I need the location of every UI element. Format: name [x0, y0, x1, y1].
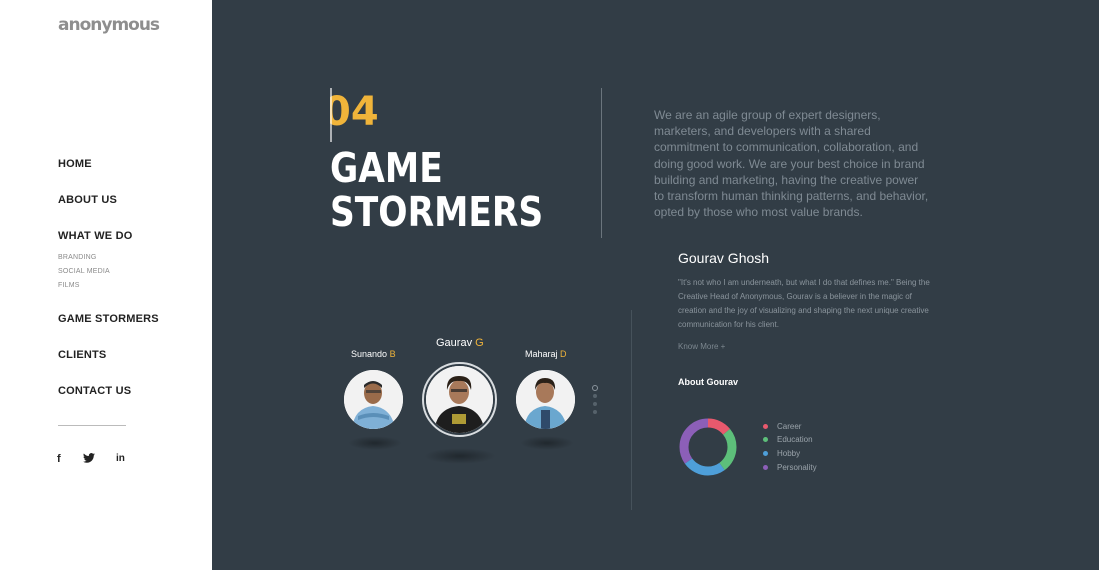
profile-name: Gourav Ghosh — [678, 250, 770, 266]
nav-sub-branding[interactable]: BRANDING — [58, 254, 97, 261]
member-label-gaurav[interactable]: Gaurav G — [436, 337, 484, 349]
avatar-shadow — [424, 448, 496, 464]
legend-label: Hobby — [777, 449, 801, 458]
legend-label: Education — [777, 435, 813, 444]
legend-label: Personality — [777, 463, 817, 472]
legend-item-career[interactable]: Career — [763, 422, 801, 431]
carousel-dot[interactable] — [593, 394, 597, 398]
donut-chart — [679, 418, 737, 476]
twitter-icon[interactable] — [83, 453, 95, 466]
about-heading: About Gourav — [678, 377, 738, 387]
nav-clients[interactable]: CLIENTS — [58, 349, 106, 361]
legend-item-education[interactable]: Education — [763, 435, 813, 444]
nav-home[interactable]: HOME — [58, 158, 92, 170]
sidebar: anonymous HOME ABOUT US WHAT WE DO BRAND… — [0, 0, 212, 570]
brand-logo[interactable]: anonymous — [58, 15, 160, 35]
carousel-dot[interactable] — [593, 402, 597, 406]
section-number: 04 — [330, 92, 379, 135]
vertical-divider — [601, 88, 602, 238]
section-title-line2: STORMERS — [330, 188, 544, 236]
linkedin-icon[interactable]: in — [116, 453, 125, 464]
sidebar-divider — [58, 425, 126, 426]
legend-item-personality[interactable]: Personality — [763, 463, 817, 472]
section-title-line1: GAME — [330, 144, 443, 192]
know-more-link[interactable]: Know More + — [678, 342, 725, 351]
nav-sub-social-media[interactable]: SOCIAL MEDIA — [58, 268, 110, 275]
nav-sub-films[interactable]: FILMS — [58, 282, 80, 289]
legend-dot — [763, 424, 768, 430]
avatar-shadow — [348, 436, 402, 450]
vertical-divider-lower — [631, 310, 632, 510]
nav-contact-us[interactable]: CONTACT US — [58, 385, 131, 397]
nav-what-we-do[interactable]: WHAT WE DO — [58, 230, 133, 242]
legend-label: Career — [777, 422, 802, 431]
legend-dot — [763, 437, 768, 443]
legend-dot — [763, 451, 768, 457]
avatar-maharaj[interactable] — [516, 370, 575, 429]
number-cursor — [330, 88, 332, 142]
nav-game-stormers[interactable]: GAME STORMERS — [58, 313, 159, 325]
carousel-dot[interactable] — [593, 410, 597, 414]
carousel-dot-active[interactable] — [592, 385, 598, 391]
profile-quote: "It's not who I am underneath, but what … — [678, 278, 930, 329]
intro-paragraph: We are an agile group of expert designer… — [654, 108, 929, 220]
avatar-shadow — [520, 436, 574, 450]
legend-item-hobby[interactable]: Hobby — [763, 449, 800, 458]
avatar-gaurav[interactable] — [426, 366, 493, 433]
member-label-maharaj[interactable]: Maharaj D — [525, 349, 567, 359]
legend-dot — [763, 465, 768, 471]
avatar-sunando[interactable] — [344, 370, 403, 429]
nav-about-us[interactable]: ABOUT US — [58, 194, 117, 206]
member-label-sunando[interactable]: Sunando B — [351, 349, 396, 359]
facebook-icon[interactable]: f — [57, 453, 61, 465]
